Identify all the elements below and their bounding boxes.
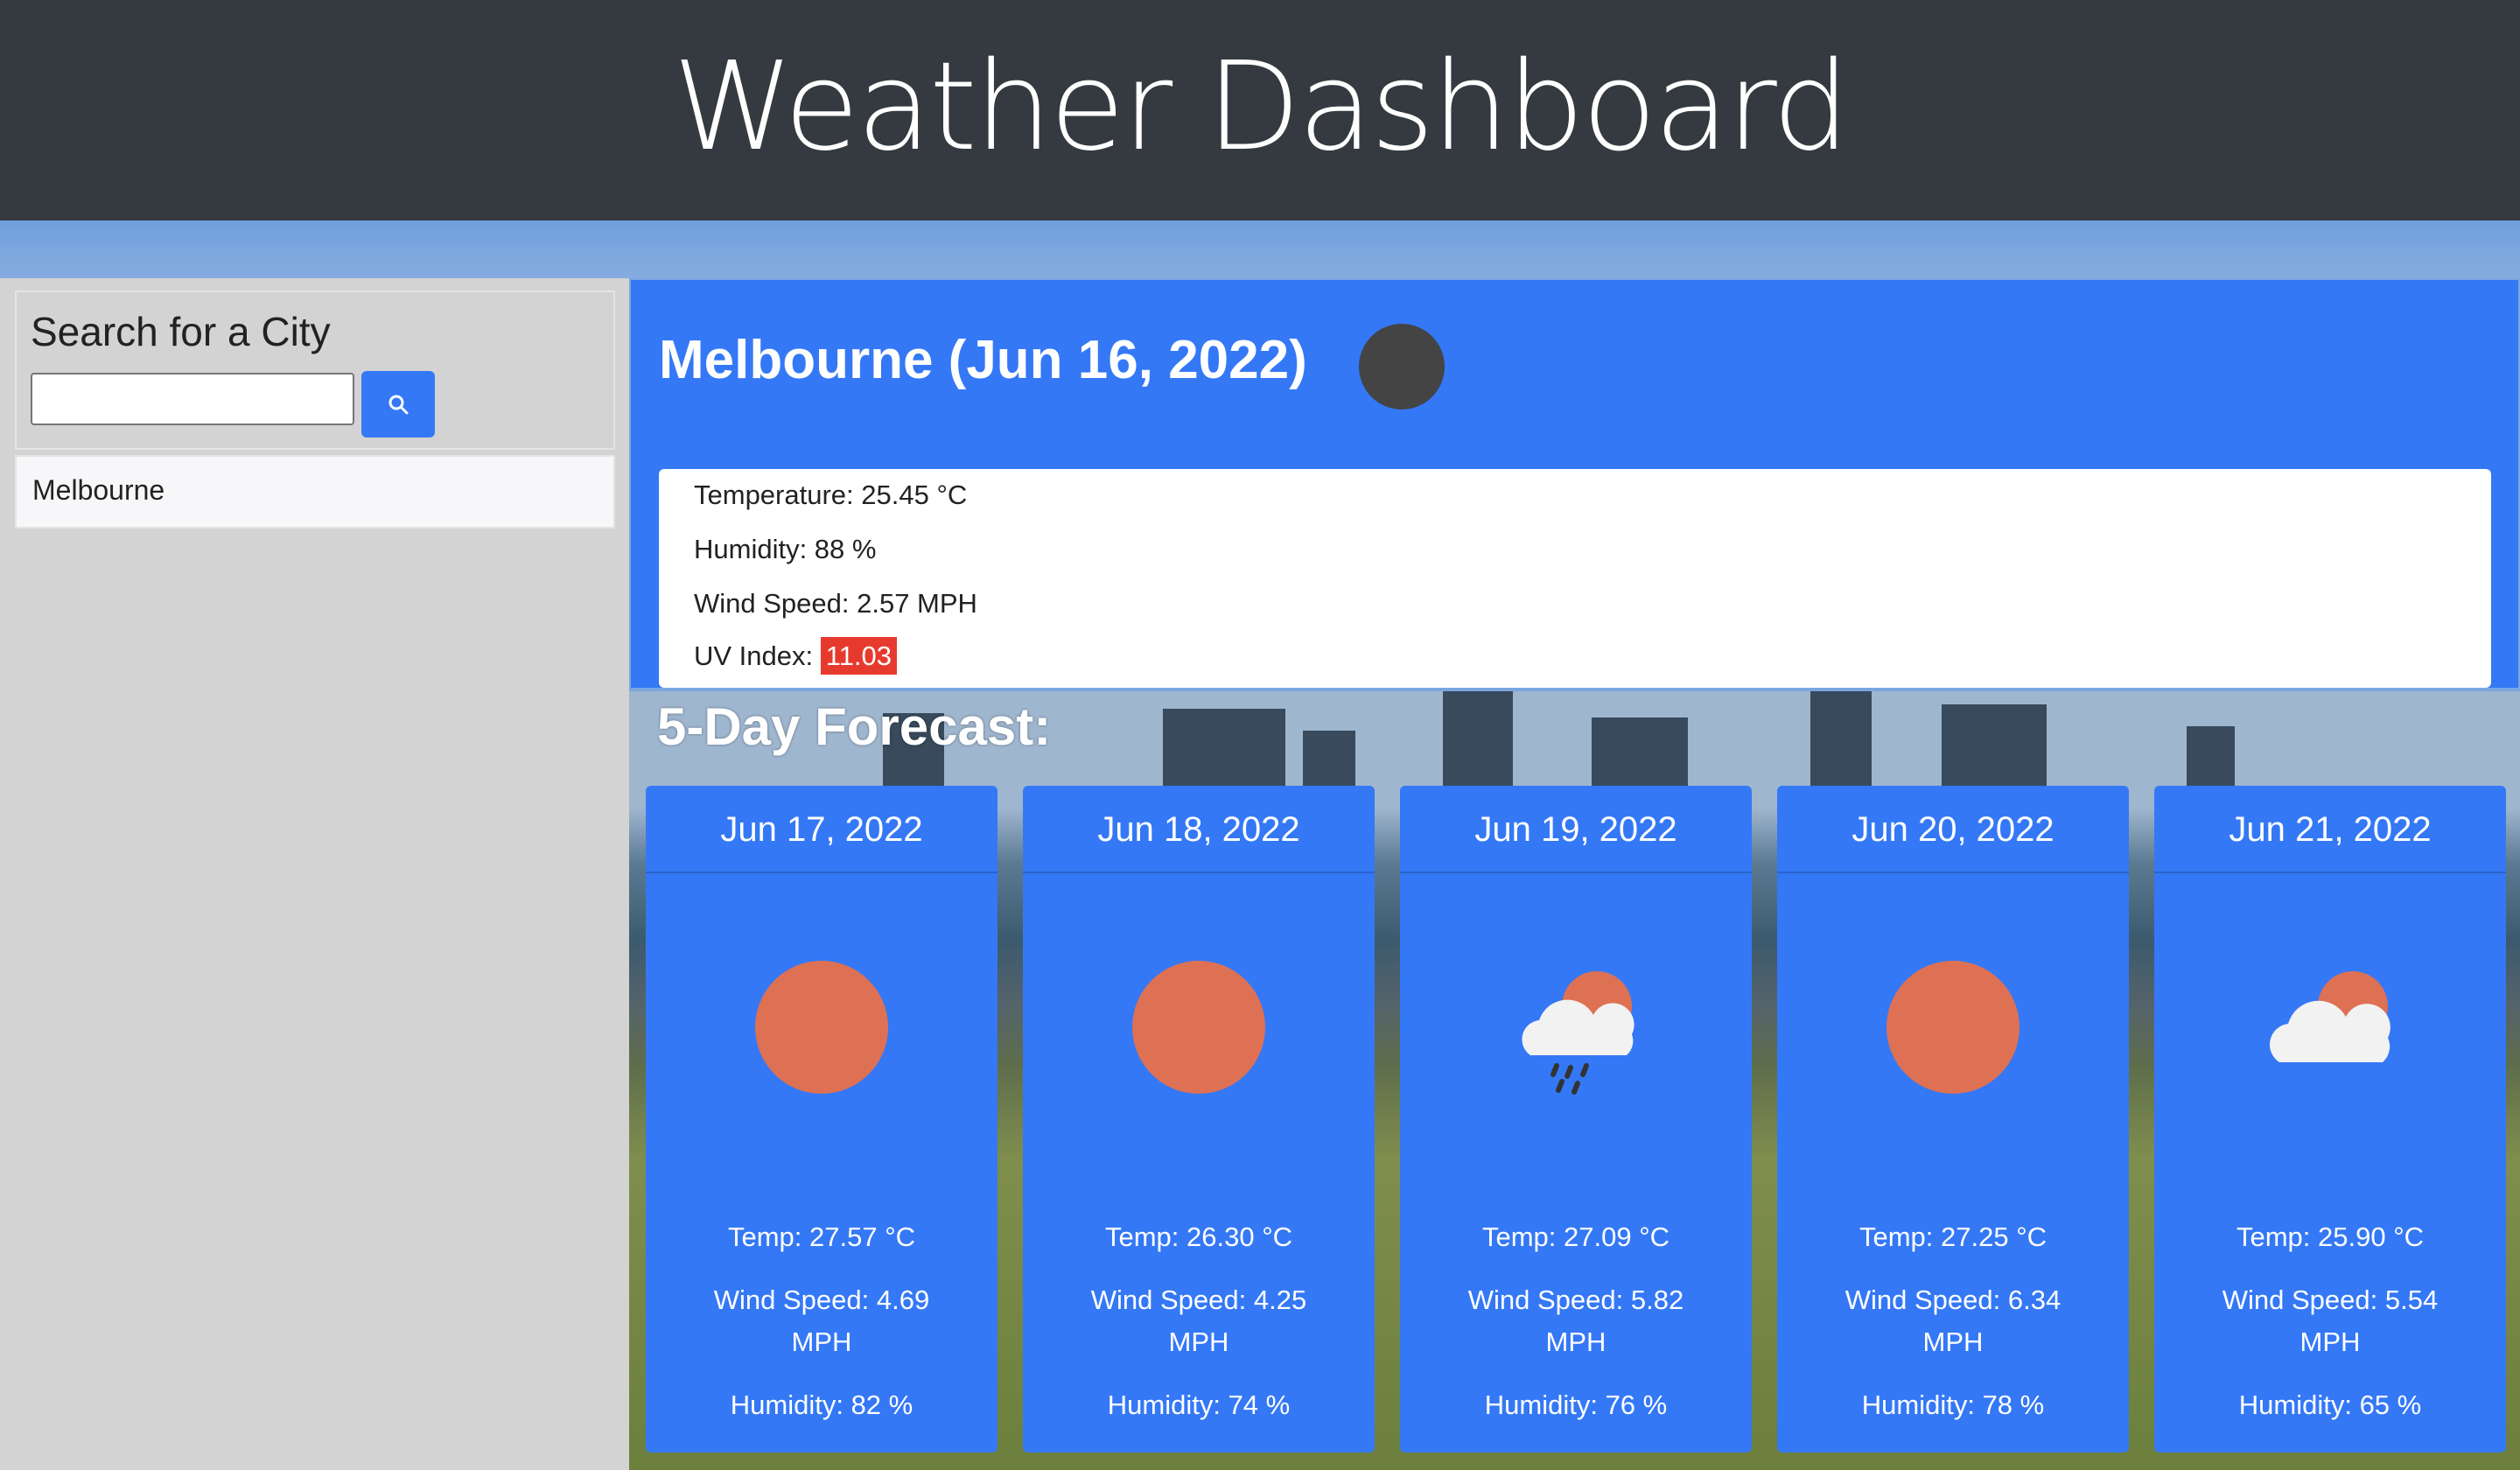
forecast-wind: Wind Speed: 5.54 bbox=[2222, 1284, 2439, 1315]
forecast-wind: Wind Speed: 5.82 bbox=[1467, 1284, 1684, 1315]
city-search-input[interactable] bbox=[31, 373, 354, 425]
current-details: Temperature: 25.45 °C Humidity: 88 % Win… bbox=[659, 469, 2491, 688]
forecast-card: Jun 21, 2022 Temp: 25.90 °C Wind Speed: … bbox=[2154, 786, 2506, 1452]
forecast-humidity: Humidity: 74 % bbox=[1107, 1390, 1291, 1420]
forecast-humidity: Humidity: 65 % bbox=[2238, 1390, 2422, 1420]
current-temperature: Temperature: 25.45 °C bbox=[694, 480, 968, 510]
forecast-temp: Temp: 27.25 °C bbox=[1858, 1222, 2047, 1252]
rain-cloud-sun-icon bbox=[1522, 971, 1634, 1095]
forecast-date: Jun 19, 2022 bbox=[1400, 786, 1752, 873]
forecast-heading: 5-Day Forecast: bbox=[657, 697, 1052, 756]
search-heading: Search for a City bbox=[31, 309, 331, 354]
forecast-temp: Temp: 27.57 °C bbox=[727, 1222, 915, 1252]
current-weather-panel: Melbourne (Jun 16, 2022) Temperature: 25… bbox=[631, 280, 2518, 688]
search-panel: Search for a City bbox=[15, 290, 615, 450]
sun-icon bbox=[1132, 961, 1265, 1094]
forecast-card: Jun 19, 2022 Temp: 27.09 °C Wind Speed: … bbox=[1400, 786, 1752, 1452]
cloud-sun-icon bbox=[2269, 971, 2390, 1062]
forecast-temp: Temp: 25.90 °C bbox=[2236, 1222, 2424, 1252]
forecast-date: Jun 17, 2022 bbox=[646, 786, 998, 873]
uv-value-badge: 11.03 bbox=[820, 637, 898, 675]
forecast-humidity: Humidity: 76 % bbox=[1484, 1390, 1668, 1420]
forecast-wind: Wind Speed: 4.25 bbox=[1090, 1284, 1307, 1315]
sky-background-band bbox=[0, 220, 2520, 278]
forecast-date: Jun 18, 2022 bbox=[1023, 786, 1375, 873]
top-header: Weather Dashboard bbox=[0, 0, 2520, 220]
current-weather-icon bbox=[1359, 324, 1445, 410]
current-uv-index: UV Index: 11.03 bbox=[694, 637, 898, 675]
forecast-wind-unit: MPH bbox=[1545, 1326, 1606, 1357]
current-city-title: Melbourne (Jun 16, 2022) bbox=[659, 330, 1307, 390]
forecast-card: Jun 18, 2022 Temp: 26.30 °C Wind Speed: … bbox=[1023, 786, 1375, 1452]
sun-icon bbox=[1886, 961, 2020, 1094]
forecast-date: Jun 21, 2022 bbox=[2154, 786, 2506, 873]
current-wind-speed: Wind Speed: 2.57 MPH bbox=[694, 588, 977, 619]
forecast-wind-unit: MPH bbox=[1922, 1326, 1984, 1357]
forecast-wind: Wind Speed: 6.34 bbox=[1844, 1284, 2062, 1315]
search-icon bbox=[388, 395, 409, 415]
forecast-wind: Wind Speed: 4.69 bbox=[713, 1284, 930, 1315]
forecast-date: Jun 20, 2022 bbox=[1777, 786, 2129, 873]
current-humidity: Humidity: 88 % bbox=[694, 534, 877, 564]
forecast-humidity: Humidity: 82 % bbox=[730, 1390, 914, 1420]
search-button[interactable] bbox=[361, 371, 435, 438]
page-title: Weather Dashboard bbox=[672, 36, 1851, 178]
main-content: Melbourne (Jun 16, 2022) Temperature: 25… bbox=[629, 278, 2520, 1470]
forecast-card: Jun 17, 2022 Temp: 27.57 °C Wind Speed: … bbox=[646, 786, 998, 1452]
search-history-item[interactable]: Melbourne bbox=[15, 455, 615, 528]
forecast-wind-unit: MPH bbox=[2300, 1326, 2361, 1357]
forecast-temp: Temp: 27.09 °C bbox=[1481, 1222, 1670, 1252]
forecast-wind-unit: MPH bbox=[1168, 1326, 1229, 1357]
uv-label: UV Index: bbox=[694, 640, 814, 671]
sun-icon bbox=[755, 961, 888, 1094]
sidebar: Search for a City Melbourne bbox=[0, 278, 629, 1470]
forecast-card: Jun 20, 2022 Temp: 27.25 °C Wind Speed: … bbox=[1777, 786, 2129, 1452]
forecast-temp: Temp: 26.30 °C bbox=[1104, 1222, 1292, 1252]
forecast-humidity: Humidity: 78 % bbox=[1861, 1390, 2045, 1420]
forecast-wind-unit: MPH bbox=[791, 1326, 852, 1357]
